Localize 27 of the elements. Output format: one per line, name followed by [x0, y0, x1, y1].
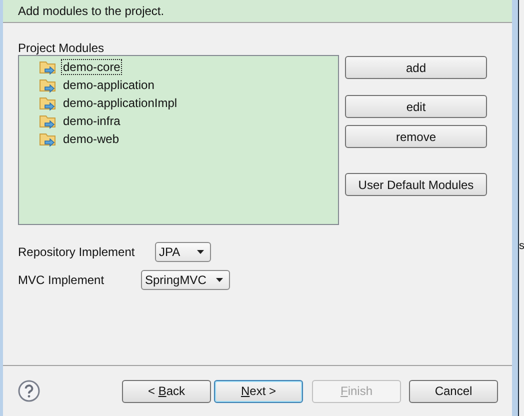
module-item[interactable]: demo-core: [61, 59, 122, 75]
dropdown[interactable]: SpringMVC: [141, 270, 230, 290]
folder-arrow-icon: [39, 77, 57, 93]
wizard-button[interactable]: Cancel: [409, 380, 498, 402]
module-button[interactable]: User Default Modules: [345, 173, 487, 196]
module-item[interactable]: demo-applicationImpl: [61, 95, 180, 111]
module-button[interactable]: add: [345, 56, 487, 79]
dropdown[interactable]: JPA: [155, 242, 211, 262]
wizard-button[interactable]: < Back: [122, 380, 211, 402]
window-text: s: [519, 240, 524, 252]
folder-arrow-icon: [39, 131, 57, 147]
module-button[interactable]: edit: [345, 95, 487, 118]
folder-arrow-icon: [39, 95, 57, 111]
setting-label: MVC Implement: [18, 273, 106, 287]
caret-icon: [216, 278, 224, 282]
folder-arrow-icon: [39, 113, 57, 129]
module-item[interactable]: demo-infra: [61, 113, 122, 129]
wizard-button[interactable]: Next >: [214, 380, 303, 402]
module-item[interactable]: demo-web: [61, 131, 122, 147]
help-icon[interactable]: [18, 380, 40, 402]
section-label: Project Modules: [18, 41, 106, 55]
setting-label: Repository Implement: [18, 245, 136, 259]
module-button[interactable]: remove: [345, 125, 487, 148]
page-description: Add modules to the project.: [18, 3, 164, 19]
caret-icon: [197, 250, 204, 254]
module-item[interactable]: demo-application: [61, 77, 156, 93]
folder-arrow-icon: [39, 59, 57, 75]
